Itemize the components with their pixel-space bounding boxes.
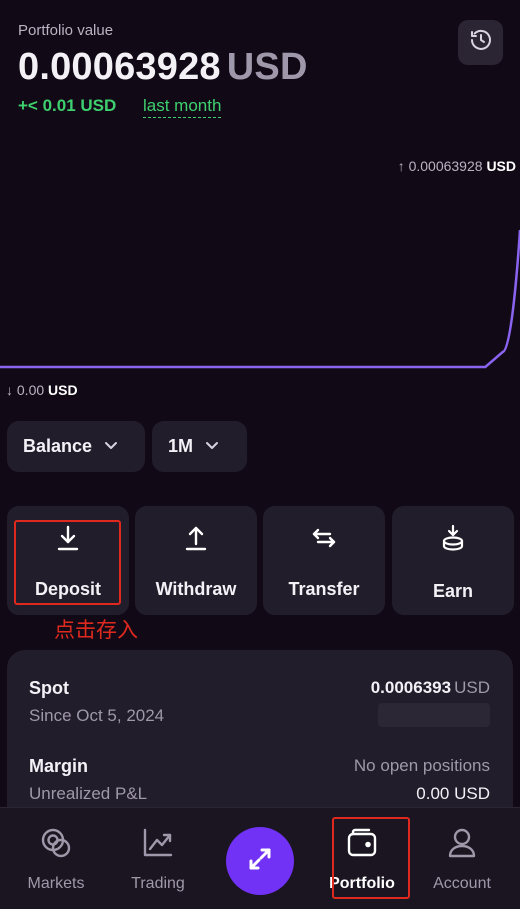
balance-dropdown-label: Balance xyxy=(23,436,93,456)
chart-series-line xyxy=(0,229,520,369)
portfolio-value-currency: USD xyxy=(226,46,308,88)
transfer-arrows-icon xyxy=(310,524,338,557)
history-icon xyxy=(469,28,493,57)
chevron-down-icon xyxy=(104,436,118,457)
coins-stack-icon xyxy=(439,524,467,559)
chart-low-value: ↓ 0.00 xyxy=(6,382,45,398)
margin-title: Margin xyxy=(29,756,89,776)
nav-markets[interactable]: Markets xyxy=(6,826,106,893)
nav-trading-label: Trading xyxy=(131,875,185,892)
balance-dropdown[interactable]: Balance xyxy=(7,421,145,472)
deposit-annotation: 点击存入 xyxy=(54,618,138,642)
withdraw-label: Withdraw xyxy=(155,579,237,599)
spot-value: 0.0006393 USD xyxy=(371,678,490,698)
upload-icon xyxy=(183,524,209,557)
history-button[interactable] xyxy=(458,20,503,65)
portfolio-chart[interactable] xyxy=(0,150,520,410)
swap-arrows-icon xyxy=(243,842,277,881)
chart-low-unit: USD xyxy=(48,382,78,398)
period-dropdown[interactable]: 1M xyxy=(152,421,247,472)
coins-icon xyxy=(39,826,73,865)
trade-action-button[interactable] xyxy=(226,827,294,895)
chart-low-label: ↓ 0.00 USD xyxy=(6,382,78,398)
margin-subtitle: Unrealized P&L xyxy=(29,784,148,803)
portfolio-highlight-box xyxy=(332,817,410,899)
nav-trading[interactable]: Trading xyxy=(108,826,208,893)
portfolio-value: 0.00063928 USD xyxy=(18,46,308,89)
chevron-down-icon xyxy=(205,436,219,457)
portfolio-screen: Portfolio value 0.00063928 USD +< 0.01 US… xyxy=(0,0,520,909)
period-link[interactable]: last month xyxy=(143,96,222,118)
portfolio-change: +< 0.01 USD xyxy=(18,96,117,115)
portfolio-value-amount: 0.00063928 xyxy=(18,46,221,88)
spot-title: Spot xyxy=(29,678,69,698)
earn-button[interactable]: Earn xyxy=(392,506,514,615)
nav-account-label: Account xyxy=(433,875,491,892)
deposit-highlight-box xyxy=(14,520,121,605)
spot-value-currency: USD xyxy=(454,678,490,697)
nav-account[interactable]: Account xyxy=(412,826,512,893)
portfolio-value-label: Portfolio value xyxy=(18,22,114,39)
earn-label: Earn xyxy=(432,581,474,601)
nav-markets-label: Markets xyxy=(27,875,85,892)
user-icon xyxy=(445,826,479,865)
withdraw-button[interactable]: Withdraw xyxy=(135,506,257,615)
transfer-label: Transfer xyxy=(288,579,360,599)
margin-pnl-value: 0.00 USD xyxy=(416,784,490,803)
spot-value-amount: 0.0006393 xyxy=(370,678,452,697)
spot-subtitle: Since Oct 5, 2024 xyxy=(29,706,165,725)
margin-status: No open positions xyxy=(353,756,490,775)
period-dropdown-label: 1M xyxy=(168,436,194,456)
transfer-button[interactable]: Transfer xyxy=(263,506,385,615)
chart-trend-icon xyxy=(141,826,175,865)
spot-change-placeholder xyxy=(378,703,490,727)
bottom-nav: Markets Trading Portfolio Account xyxy=(0,807,520,909)
